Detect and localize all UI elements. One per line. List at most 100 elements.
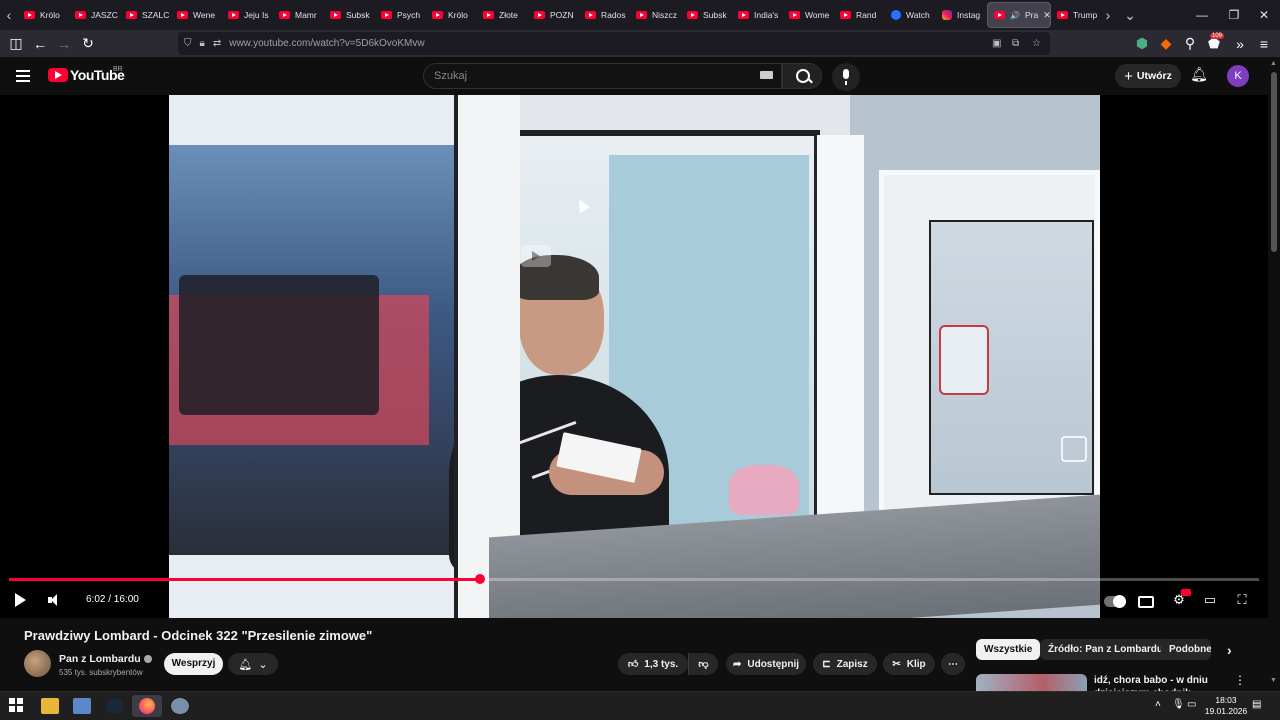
share-button[interactable]: ➦ Udostępnij <box>726 653 806 675</box>
minimize-window-icon[interactable]: — <box>1186 0 1218 30</box>
notifications-bell-icon[interactable]: 🔔︎ <box>1190 66 1208 84</box>
tab[interactable]: Wene <box>171 2 222 28</box>
recommendation-title[interactable]: idź, chora babo - w dniu dzisiejszym cho… <box>1094 674 1224 691</box>
tab[interactable]: India's <box>732 2 783 28</box>
dislike-button[interactable]: 👎︎ <box>688 653 718 675</box>
tab[interactable]: Wome <box>783 2 834 28</box>
filter-chip[interactable]: Wszystkie <box>976 639 1041 660</box>
picture-in-picture-icon[interactable]: ⧉ <box>1012 38 1019 49</box>
scroll-up-arrow-icon[interactable]: ▲ <box>1270 60 1277 67</box>
close-tab-icon[interactable]: ✕ <box>1043 10 1050 21</box>
search-button[interactable] <box>782 63 822 89</box>
restore-window-icon[interactable]: ❐ <box>1218 0 1250 30</box>
tab[interactable]: Mamr <box>273 2 324 28</box>
extensions-puzzle-icon[interactable]: ⚲ <box>1178 32 1202 56</box>
tab[interactable]: Trump <box>1051 2 1099 28</box>
tab-scroll-left-icon[interactable]: ‹ <box>0 0 18 30</box>
page-scrollbar[interactable]: ▲ ▼ <box>1268 57 1280 691</box>
channel-avatar[interactable] <box>24 650 51 677</box>
picture-in-picture-overlay-icon[interactable] <box>1061 436 1087 462</box>
file-explorer-icon[interactable] <box>41 698 59 714</box>
tab[interactable]: Rados <box>579 2 630 28</box>
filter-chip[interactable]: Źródło: Pan z Lombardu <box>1040 639 1171 660</box>
save-button[interactable]: ⊏ Zapisz <box>813 653 877 675</box>
reader-view-icon[interactable]: ▣ <box>992 38 1001 49</box>
voice-search-icon[interactable] <box>832 63 860 91</box>
tab[interactable]: Jeju Is <box>222 2 273 28</box>
like-button[interactable]: 👍︎ 1,3 tys. <box>618 653 688 675</box>
tab[interactable]: Królo <box>426 2 477 28</box>
theater-mode-icon[interactable]: ▭ <box>1200 591 1220 609</box>
recommendation-menu-icon[interactable]: ⋮ <box>1234 673 1246 687</box>
url-text[interactable]: www.youtube.com/watch?v=5D6kOvoKMvw <box>229 38 424 49</box>
extension-ublock-icon[interactable]: 109 ⬟ <box>1202 32 1226 56</box>
video-frame[interactable] <box>169 95 1100 618</box>
lock-icon[interactable]: 🔒︎ <box>200 38 205 49</box>
guide-menu-icon[interactable] <box>16 70 30 82</box>
tab[interactable]: Złote <box>477 2 528 28</box>
account-avatar[interactable]: K <box>1227 65 1249 87</box>
tab[interactable]: POZN <box>528 2 579 28</box>
progress-bar[interactable] <box>9 574 1259 584</box>
bookmark-icon: ⊏ <box>822 658 831 670</box>
tab[interactable]: JASZC <box>69 2 120 28</box>
active-tab[interactable]: 🔊 Pra ✕ <box>987 2 1051 28</box>
tab[interactable]: SZALC <box>120 2 171 28</box>
keyboard-icon[interactable] <box>760 71 773 79</box>
computer-icon[interactable] <box>73 698 91 714</box>
list-all-tabs-icon[interactable]: ⌄ <box>1121 0 1139 30</box>
tab[interactable]: Rand <box>834 2 885 28</box>
create-button[interactable]: + Utwórz <box>1115 64 1181 88</box>
tab[interactable]: Psych <box>375 2 426 28</box>
search-input[interactable]: Szukaj <box>423 63 782 89</box>
firefox-taskbar-button[interactable] <box>132 695 162 717</box>
scrollbar-thumb[interactable] <box>1271 72 1277 252</box>
back-icon[interactable]: ← <box>28 32 52 56</box>
channel-name[interactable]: Pan z Lombardu <box>59 653 141 665</box>
speaker-icon[interactable]: 🔊 <box>1010 11 1020 20</box>
sidebar-toggle-icon[interactable]: ◫ <box>4 32 28 56</box>
close-window-icon[interactable]: ✕ <box>1248 0 1280 30</box>
filter-chip[interactable]: Podobne <box>1161 639 1211 660</box>
support-button[interactable]: Wesprzyj <box>164 653 223 675</box>
tab[interactable]: Subsk <box>324 2 375 28</box>
tray-expand-icon[interactable]: ˄ <box>1155 699 1161 710</box>
clock[interactable]: 18:03 19.01.2026 <box>1204 695 1248 717</box>
play-icon[interactable] <box>15 593 26 607</box>
tab[interactable]: Królo <box>18 2 69 28</box>
steam-icon[interactable] <box>106 698 124 714</box>
scroll-down-arrow-icon[interactable]: ▼ <box>1270 677 1277 684</box>
app-icon[interactable] <box>171 698 189 714</box>
tab[interactable]: Watch <box>885 2 936 28</box>
more-actions-icon[interactable]: ⋯ <box>941 653 965 675</box>
video-player[interactable]: 6:02 / 16:00 ⚙ ▭ ⛶ <box>0 95 1268 618</box>
subtitles-icon[interactable] <box>1138 596 1154 608</box>
microphone-tray-icon[interactable]: 🎙︎ <box>1172 699 1185 710</box>
tab[interactable]: Instag <box>936 2 987 28</box>
reload-icon[interactable]: ↻ <box>76 32 100 56</box>
autoplay-toggle[interactable] <box>1104 595 1126 608</box>
recommendation-thumbnail[interactable] <box>976 674 1087 691</box>
bookmark-star-icon[interactable]: ☆ <box>1032 38 1041 49</box>
clip-button[interactable]: ✂ Klip <box>883 653 935 675</box>
chips-next-icon[interactable]: › <box>1219 639 1240 660</box>
volume-icon[interactable] <box>48 593 64 607</box>
youtube-logo-icon[interactable] <box>48 68 68 82</box>
tab[interactable]: Subsk <box>681 2 732 28</box>
permissions-icon[interactable]: ⇄ <box>213 38 221 49</box>
network-icon[interactable]: ▭ <box>1187 699 1196 710</box>
notifications-icon[interactable]: ▤ <box>1252 699 1261 710</box>
app-menu-icon[interactable]: ≡ <box>1252 32 1276 56</box>
fullscreen-icon[interactable]: ⛶ <box>1232 591 1252 609</box>
channel-name-row[interactable]: Pan z Lombardu <box>59 653 152 665</box>
shield-icon[interactable]: ⛉ <box>184 38 192 49</box>
forward-icon[interactable]: → <box>52 32 76 56</box>
windows-start-icon[interactable] <box>9 698 27 714</box>
extension-fox-icon[interactable]: ◆ <box>1154 32 1178 56</box>
overflow-chevrons-icon[interactable]: » <box>1228 32 1252 56</box>
subscription-notifications-button[interactable]: 🔔︎ ⌄ <box>228 653 278 675</box>
address-bar[interactable]: ⛉ 🔒︎ ⇄ www.youtube.com/watch?v=5D6kOvoKM… <box>178 32 1050 55</box>
tab-scroll-right-icon[interactable]: › <box>1099 0 1117 30</box>
tab[interactable]: Niszcz <box>630 2 681 28</box>
extension-shield-icon[interactable]: ⬢ <box>1130 32 1154 56</box>
